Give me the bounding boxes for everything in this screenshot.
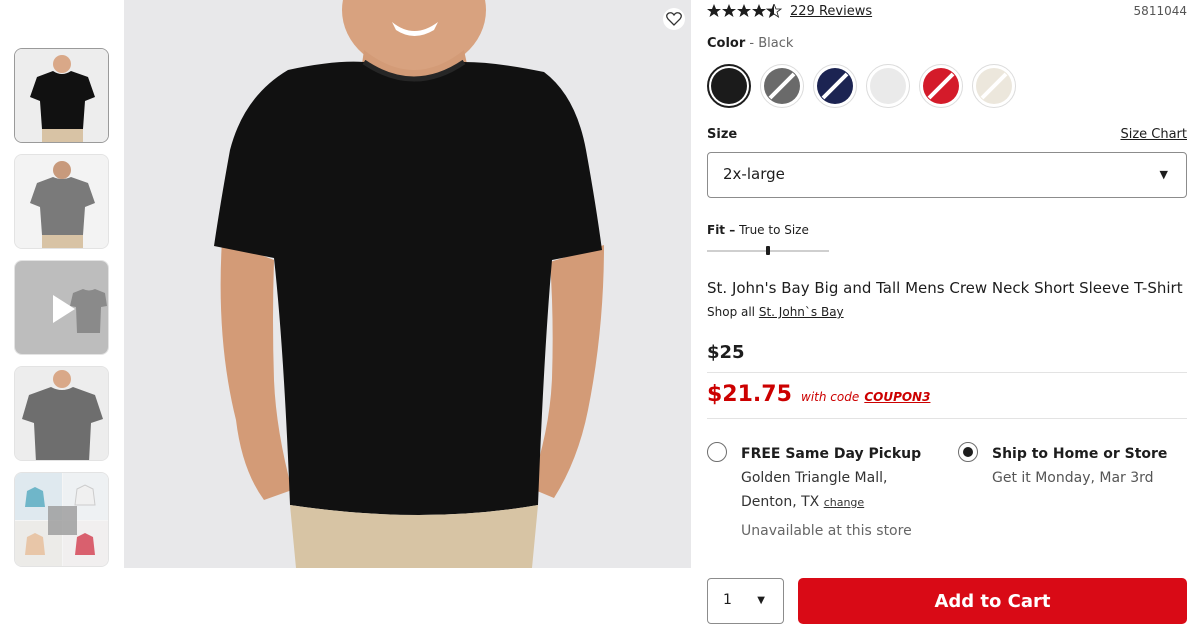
ship-details: Ship to Home or Store Get it Monday, Mar… <box>992 442 1192 490</box>
size-select[interactable]: 2x-large ▼ <box>707 152 1187 198</box>
size-selected-value: 2x-large <box>723 165 785 183</box>
swatch-ivory[interactable] <box>972 64 1016 108</box>
pickup-radio[interactable] <box>707 442 727 462</box>
pickup-status: Unavailable at this store <box>741 523 912 539</box>
thumbnail-video[interactable] <box>14 260 109 355</box>
quantity-value: 1 <box>723 592 732 608</box>
fit-value: True to Size <box>739 223 809 237</box>
regular-price: $25 <box>707 342 745 363</box>
swatch-black[interactable] <box>707 64 751 108</box>
shop-all-prefix: Shop all <box>707 305 756 319</box>
sale-with-code-text: with code <box>801 390 860 404</box>
fit-label-text: Fit – <box>707 223 736 237</box>
product-title: St. John's Bay Big and Tall Mens Crew Ne… <box>707 279 1183 297</box>
thumbnail-front-grey[interactable] <box>14 366 109 461</box>
product-sku: 5811044 <box>1133 4 1187 18</box>
color-label-text: Color <box>707 36 746 51</box>
fit-label: Fit – True to Size <box>707 223 809 237</box>
add-to-cart-button[interactable]: Add to Cart <box>798 578 1187 624</box>
divider <box>707 418 1187 419</box>
pickup-details: FREE Same Day Pickup Golden Triangle Mal… <box>741 442 941 543</box>
star-rating-icon <box>707 2 783 22</box>
ship-radio[interactable] <box>958 442 978 462</box>
swatch-red[interactable] <box>919 64 963 108</box>
size-label: Size <box>707 127 738 142</box>
rating-row: 229 Reviews 5811044 <box>707 2 1187 24</box>
color-separator: - <box>745 36 759 51</box>
pickup-title: FREE Same Day Pickup <box>741 446 922 462</box>
thumbnail-color-collage[interactable] <box>14 472 109 567</box>
pickup-city-row: Denton, TX change <box>741 490 941 515</box>
pickup-store: Golden Triangle Mall, <box>741 470 888 486</box>
swatch-white[interactable] <box>866 64 910 108</box>
sale-price-row: $21.75 with code COUPON3 <box>707 382 930 407</box>
thumbnail-front[interactable] <box>14 48 109 143</box>
swatch-navy[interactable] <box>813 64 857 108</box>
brand-link[interactable]: St. John`s Bay <box>759 305 844 319</box>
size-chart-link[interactable]: Size Chart <box>1120 127 1187 142</box>
ship-title: Ship to Home or Store <box>992 446 1168 462</box>
product-main-image[interactable] <box>124 0 691 568</box>
thumbnail-back[interactable] <box>14 154 109 249</box>
pickup-city: Denton, TX <box>741 494 820 510</box>
fit-scale-marker <box>766 246 770 255</box>
caret-down-icon: ▼ <box>757 595 765 606</box>
change-store-link[interactable]: change <box>824 496 864 509</box>
color-selected-value: Black <box>758 36 794 51</box>
reviews-link[interactable]: 229 Reviews <box>790 4 872 19</box>
color-label: Color - Black <box>707 36 793 51</box>
sale-price: $21.75 <box>707 382 792 407</box>
quantity-select[interactable]: 1 ▼ <box>707 578 784 624</box>
ship-eta: Get it Monday, Mar 3rd <box>992 470 1154 486</box>
divider <box>707 372 1187 373</box>
caret-down-icon: ▼ <box>1159 168 1168 181</box>
favorite-heart-icon[interactable] <box>663 8 685 30</box>
shop-all-brand: Shop all St. John`s Bay <box>707 305 844 319</box>
thumbnail-list <box>14 48 111 578</box>
swatch-charcoal[interactable] <box>760 64 804 108</box>
coupon-code-link[interactable]: COUPON3 <box>864 390 930 404</box>
